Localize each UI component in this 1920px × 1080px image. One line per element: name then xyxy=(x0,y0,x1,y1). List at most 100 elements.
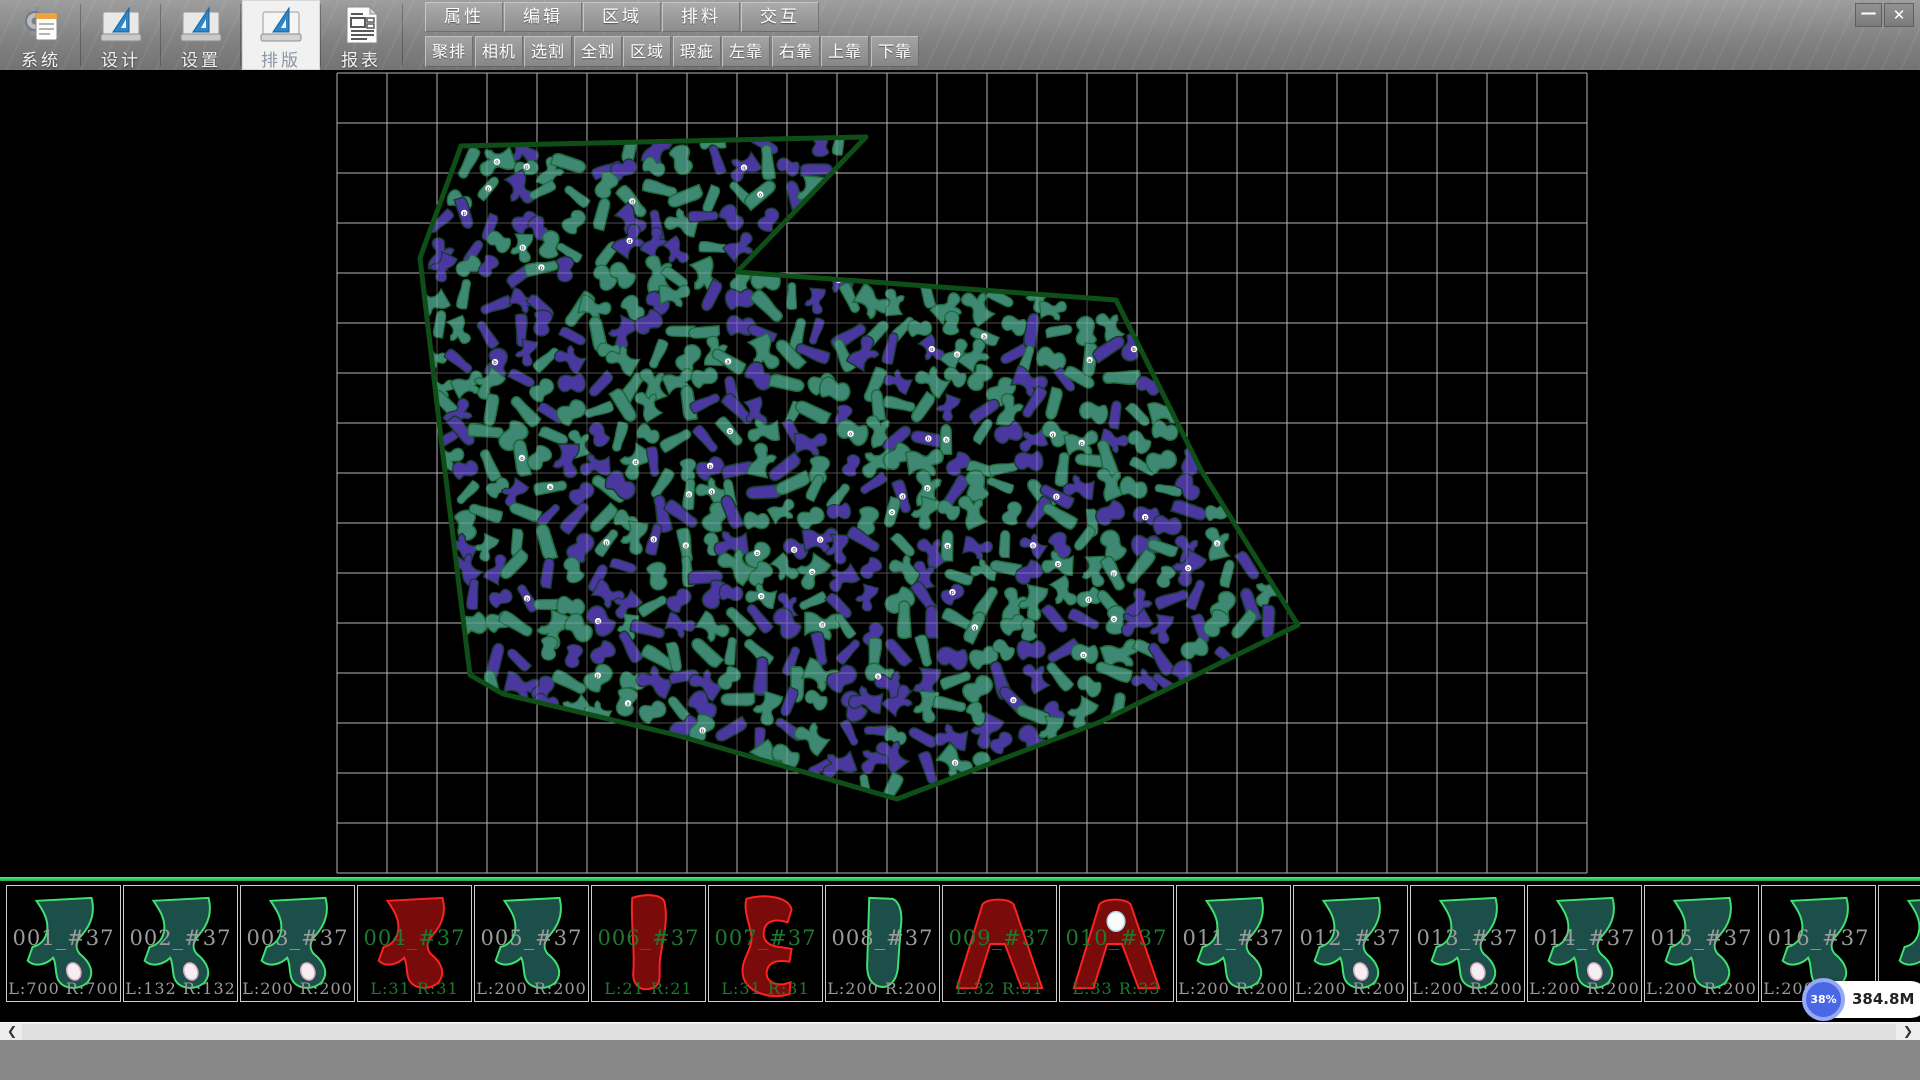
svg-text:p: p xyxy=(926,486,930,492)
svg-text:d: d xyxy=(652,537,656,543)
svg-text:p: p xyxy=(525,596,529,602)
filmstrip-cell-6[interactable]: 006_#37L:21 R:21 xyxy=(591,885,706,1002)
toolbar-button-6[interactable]: 瑕疵 xyxy=(673,36,721,67)
tab-1[interactable]: 属性 xyxy=(425,2,503,32)
toolbar-button-3[interactable]: 选割 xyxy=(524,36,572,67)
piece-thumbnail xyxy=(128,890,234,998)
svg-text:b: b xyxy=(493,360,497,366)
cpu-percent-badge: 38% xyxy=(1802,978,1845,1021)
minimize-button[interactable]: — xyxy=(1855,3,1882,27)
piece-thumbnail xyxy=(245,890,351,998)
filmstrip-cell-8[interactable]: 008_#37L:200 R:200 xyxy=(825,885,940,1002)
filmstrip-cell-13[interactable]: 013_#37L:200 R:200 xyxy=(1410,885,1525,1002)
piece-thumbnail xyxy=(713,890,819,998)
svg-text:q: q xyxy=(973,625,977,631)
toolbar-button-4[interactable]: 全割 xyxy=(574,36,622,67)
svg-text:p: p xyxy=(1080,441,1084,447)
svg-text:p: p xyxy=(1055,495,1059,501)
scrollbar-thumb[interactable] xyxy=(22,1024,1896,1040)
piece-thumbnail xyxy=(1415,890,1521,998)
filmstrip-cell-11[interactable]: 011_#37L:200 R:200 xyxy=(1176,885,1291,1002)
svg-text:p: p xyxy=(605,540,609,546)
nav-separator xyxy=(402,4,403,66)
memory-usage-badge: 38% 384.8M xyxy=(1806,981,1920,1018)
filmstrip-cell-10[interactable]: 010_#37L:33 R:33 xyxy=(1059,885,1174,1002)
filmstrip-cell-1[interactable]: 001_#37L:700 R:700 xyxy=(6,885,121,1002)
svg-text:a: a xyxy=(1088,358,1091,364)
nav-design-button[interactable]: 设计 xyxy=(82,0,160,70)
tab-4[interactable]: 排料 xyxy=(662,2,740,32)
memory-usage-label: 384.8M xyxy=(1852,990,1914,1008)
filmstrip-cell-4[interactable]: 004_#37L:31 R:31 xyxy=(357,885,472,1002)
scroll-right-icon[interactable]: ❯ xyxy=(1898,1023,1918,1041)
piece-thumbnail xyxy=(1064,890,1170,998)
scroll-left-icon[interactable]: ❮ xyxy=(2,1023,22,1041)
svg-text:q: q xyxy=(1051,432,1055,438)
toolbar-button-7[interactable]: 左靠 xyxy=(722,36,770,67)
report-document-icon xyxy=(339,4,383,46)
nav-report-button[interactable]: 报表 xyxy=(322,0,400,70)
tab-3[interactable]: 区域 xyxy=(583,2,661,32)
svg-text:q: q xyxy=(946,544,950,550)
close-button[interactable]: ✕ xyxy=(1884,3,1914,27)
svg-text:q: q xyxy=(742,166,746,172)
svg-text:a: a xyxy=(876,674,879,680)
tab-2[interactable]: 编辑 xyxy=(504,2,582,32)
nav-layout-label: 排版 xyxy=(242,46,320,71)
toolbar-button-8[interactable]: 右靠 xyxy=(772,36,820,67)
nav-layout-button[interactable]: 排版 xyxy=(242,0,320,70)
design-ruler-icon xyxy=(99,4,143,46)
piece-thumbnail xyxy=(1649,890,1755,998)
system-gear-icon xyxy=(19,4,63,46)
svg-text:p: p xyxy=(1056,562,1060,568)
nav-system-button[interactable]: 系统 xyxy=(2,0,80,70)
toolbar-button-1[interactable]: 聚排 xyxy=(425,36,473,67)
svg-text:b: b xyxy=(521,246,525,252)
nav-separator xyxy=(80,4,81,66)
filmstrip-cell-2[interactable]: 002_#37L:132 R:132 xyxy=(123,885,238,1002)
piece-thumbnail xyxy=(947,890,1053,998)
toolbar-button-5[interactable]: 区域 xyxy=(623,36,671,67)
filmstrip-cell-5[interactable]: 005_#37L:200 R:200 xyxy=(474,885,589,1002)
svg-text:a: a xyxy=(945,438,948,444)
piece-thumbnail xyxy=(830,890,936,998)
svg-text:p: p xyxy=(1112,571,1116,577)
nesting-canvas[interactable]: opqpdopbdpoabaooaboobaqpodpaoqdppoppdaod… xyxy=(0,70,1920,878)
svg-text:d: d xyxy=(628,239,632,245)
svg-text:d: d xyxy=(631,199,635,205)
tab-5[interactable]: 交互 xyxy=(741,2,819,32)
toolbar-button-2[interactable]: 相机 xyxy=(475,36,523,67)
toolbar-button-10[interactable]: 下靠 xyxy=(871,36,919,67)
nav-separator xyxy=(240,4,241,66)
nav-settings-button[interactable]: 设置 xyxy=(162,0,240,70)
toolbar-button-9[interactable]: 上靠 xyxy=(821,36,869,67)
nav-settings-label: 设置 xyxy=(162,46,240,71)
filmstrip-cell-12[interactable]: 012_#37L:200 R:200 xyxy=(1293,885,1408,1002)
filmstrip-cell-3[interactable]: 003_#37L:200 R:200 xyxy=(240,885,355,1002)
piece-filmstrip: 001_#37L:700 R:700002_#37L:132 R:132003_… xyxy=(0,885,1920,1004)
piece-thumbnail xyxy=(362,890,468,998)
nav-separator xyxy=(320,4,321,66)
svg-text:p: p xyxy=(708,464,712,470)
layout-ruler-icon xyxy=(259,4,303,46)
svg-text:p: p xyxy=(953,761,957,767)
titlebar: 系统 设计 设置 排版 xyxy=(0,0,1920,71)
piece-thumbnail xyxy=(596,890,702,998)
nav-system-label: 系统 xyxy=(2,46,80,71)
settings-ruler-icon xyxy=(179,4,223,46)
filmstrip-cell-7[interactable]: 007_#37L:31 R:31 xyxy=(708,885,823,1002)
svg-text:b: b xyxy=(701,728,705,734)
nesting-canvas-area[interactable]: opqpdopbdpoabaooaboobaqpodpaoqdppoppdaod… xyxy=(0,70,1920,878)
svg-text:a: a xyxy=(1216,541,1219,547)
piece-thumbnail xyxy=(1298,890,1404,998)
svg-text:b: b xyxy=(927,437,931,443)
svg-text:a: a xyxy=(726,359,729,365)
filmstrip-cell-15[interactable]: 015_#37L:200 R:200 xyxy=(1644,885,1759,1002)
nav-design-label: 设计 xyxy=(82,46,160,71)
svg-text:p: p xyxy=(540,265,544,271)
filmstrip-cell-14[interactable]: 014_#37L:200 R:200 xyxy=(1527,885,1642,1002)
piece-thumbnail xyxy=(1181,890,1287,998)
filmstrip-cell-9[interactable]: 009_#37L:32 R:31 xyxy=(942,885,1057,1002)
filmstrip-top-line xyxy=(0,877,1920,881)
horizontal-scrollbar[interactable]: ❮ ❯ xyxy=(0,1022,1920,1040)
